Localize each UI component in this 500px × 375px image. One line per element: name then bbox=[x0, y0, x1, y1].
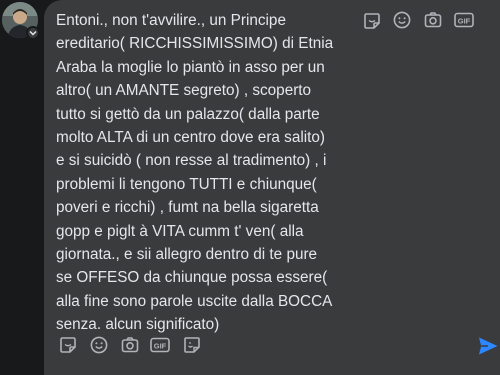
avatar-sticker-icon[interactable] bbox=[181, 334, 203, 356]
avatar-wrapper[interactable] bbox=[2, 2, 42, 42]
camera-icon-bottom[interactable] bbox=[119, 334, 141, 356]
sticker-icon[interactable] bbox=[361, 10, 383, 32]
emoji-icon[interactable] bbox=[391, 9, 413, 31]
gif-icon-bottom-label: GIF bbox=[154, 341, 167, 350]
sticker-icon-bottom[interactable] bbox=[57, 334, 79, 356]
camera-icon[interactable] bbox=[422, 9, 444, 31]
gif-icon[interactable]: GIF bbox=[453, 9, 475, 31]
comment-text-input[interactable]: Entoni., non t'avvilire., un Principe er… bbox=[56, 9, 386, 337]
emoji-icon-bottom[interactable] bbox=[88, 334, 110, 356]
gif-icon-label: GIF bbox=[458, 16, 471, 25]
gif-icon-bottom[interactable]: GIF bbox=[149, 334, 171, 356]
send-icon[interactable] bbox=[476, 334, 500, 358]
account-chevron-icon[interactable] bbox=[26, 26, 40, 40]
